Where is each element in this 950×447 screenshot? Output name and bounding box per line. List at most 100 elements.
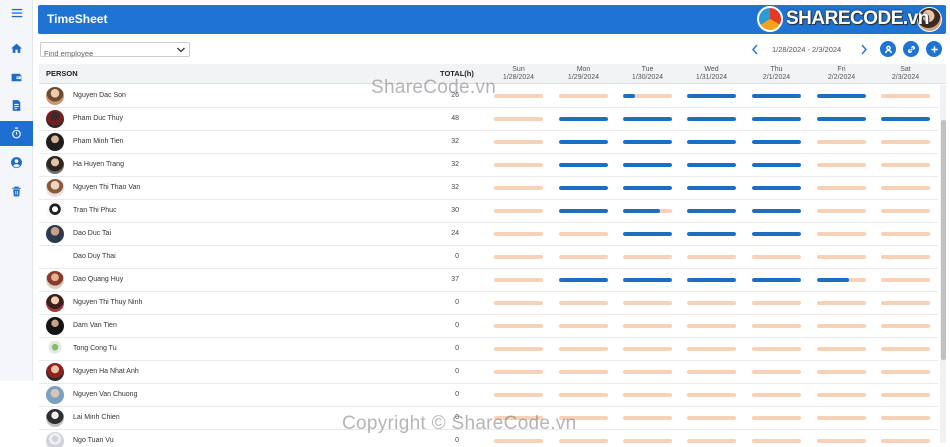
table-row[interactable]: Dao Duc Tai 24 (39, 223, 938, 246)
day-hours-bar[interactable] (817, 393, 866, 397)
day-hours-bar[interactable] (559, 278, 608, 282)
table-row[interactable]: Nguyen Ha Nhat Anh 0 (39, 361, 938, 384)
employee-name[interactable]: Ha Huyen Trang (73, 161, 124, 168)
employee-name[interactable]: Tran Thi Phuc (73, 207, 117, 214)
day-hours-bar[interactable] (687, 416, 736, 420)
person-filter-button[interactable] (880, 41, 896, 57)
day-hours-bar[interactable] (817, 186, 866, 190)
day-hours-bar[interactable] (881, 140, 930, 144)
day-hours-bar[interactable] (623, 278, 672, 282)
table-row[interactable]: Dao Quang Huy 37 (39, 269, 938, 292)
document-icon[interactable] (0, 93, 33, 118)
day-hours-bar[interactable] (817, 117, 866, 121)
day-hours-bar[interactable] (881, 278, 930, 282)
day-hours-bar[interactable] (559, 393, 608, 397)
day-hours-bar[interactable] (881, 324, 930, 328)
day-hours-bar[interactable] (559, 347, 608, 351)
day-hours-bar[interactable] (752, 94, 801, 98)
day-hours-bar[interactable] (817, 209, 866, 213)
employee-name[interactable]: Ngo Tuan Vu (73, 437, 114, 444)
day-hours-bar[interactable] (817, 94, 866, 98)
day-hours-bar[interactable] (559, 117, 608, 121)
day-hours-bar[interactable] (623, 301, 672, 305)
day-hours-bar[interactable] (752, 301, 801, 305)
day-hours-bar[interactable] (494, 301, 543, 305)
day-hours-bar[interactable] (817, 255, 866, 259)
day-hours-bar[interactable] (623, 186, 672, 190)
day-hours-bar[interactable] (687, 209, 736, 213)
employee-search[interactable] (40, 42, 190, 60)
day-hours-bar[interactable] (687, 94, 736, 98)
day-hours-bar[interactable] (494, 370, 543, 374)
day-hours-bar[interactable] (494, 255, 543, 259)
day-hours-bar[interactable] (494, 140, 543, 144)
day-hours-bar[interactable] (881, 393, 930, 397)
table-row[interactable]: Tran Thi Phuc 30 (39, 200, 938, 223)
link-button[interactable] (903, 41, 919, 57)
trash-icon[interactable] (0, 179, 33, 204)
day-hours-bar[interactable] (687, 393, 736, 397)
day-hours-bar[interactable] (687, 324, 736, 328)
day-hours-bar[interactable] (752, 140, 801, 144)
home-icon[interactable] (0, 36, 33, 61)
day-hours-bar[interactable] (752, 439, 801, 443)
day-hours-bar[interactable] (494, 347, 543, 351)
day-hours-bar[interactable] (817, 232, 866, 236)
employee-name[interactable]: Tong Cong Tu (73, 345, 117, 352)
day-hours-bar[interactable] (752, 347, 801, 351)
day-hours-bar[interactable] (559, 186, 608, 190)
employee-name[interactable]: Lai Minh Chien (73, 414, 120, 421)
day-hours-bar[interactable] (687, 370, 736, 374)
day-hours-bar[interactable] (494, 163, 543, 167)
day-hours-bar[interactable] (687, 301, 736, 305)
day-hours-bar[interactable] (559, 94, 608, 98)
employee-name[interactable]: Nguyen Ha Nhat Anh (73, 368, 139, 375)
stopwatch-icon[interactable] (0, 121, 33, 146)
day-hours-bar[interactable] (687, 232, 736, 236)
employee-search-input[interactable] (41, 47, 171, 60)
day-hours-bar[interactable] (559, 140, 608, 144)
day-hours-bar[interactable] (881, 209, 930, 213)
table-row[interactable]: Nguyen Van Chuong 0 (39, 384, 938, 407)
day-hours-bar[interactable] (623, 232, 672, 236)
day-hours-bar[interactable] (687, 278, 736, 282)
day-hours-bar[interactable] (687, 186, 736, 190)
day-hours-bar[interactable] (559, 209, 608, 213)
day-hours-bar[interactable] (623, 370, 672, 374)
day-hours-bar[interactable] (494, 117, 543, 121)
day-hours-bar[interactable] (623, 94, 672, 98)
day-hours-bar[interactable] (623, 416, 672, 420)
day-hours-bar[interactable] (881, 439, 930, 443)
day-hours-bar[interactable] (687, 439, 736, 443)
day-hours-bar[interactable] (881, 94, 930, 98)
day-hours-bar[interactable] (623, 393, 672, 397)
day-hours-bar[interactable] (494, 209, 543, 213)
day-hours-bar[interactable] (494, 324, 543, 328)
day-hours-bar[interactable] (623, 439, 672, 443)
day-hours-bar[interactable] (687, 347, 736, 351)
day-hours-bar[interactable] (559, 255, 608, 259)
day-hours-bar[interactable] (752, 324, 801, 328)
day-hours-bar[interactable] (752, 393, 801, 397)
employee-name[interactable]: Nguyen Van Chuong (73, 391, 137, 398)
table-row[interactable]: Ha Huyen Trang 32 (39, 154, 938, 177)
day-hours-bar[interactable] (623, 347, 672, 351)
table-row[interactable]: Nguyen Thi Thuy Ninh 0 (39, 292, 938, 315)
day-hours-bar[interactable] (881, 370, 930, 374)
table-row[interactable]: Nguyen Thi Thao Van 32 (39, 177, 938, 200)
add-entry-button[interactable] (926, 41, 942, 57)
table-row[interactable]: Tong Cong Tu 0 (39, 338, 938, 361)
day-hours-bar[interactable] (752, 209, 801, 213)
employee-name[interactable]: Nguyen Thi Thao Van (73, 184, 140, 191)
day-hours-bar[interactable] (817, 347, 866, 351)
chevron-down-icon[interactable] (176, 44, 186, 55)
day-hours-bar[interactable] (687, 117, 736, 121)
day-hours-bar[interactable] (817, 370, 866, 374)
table-row[interactable]: Dam Van Tien 0 (39, 315, 938, 338)
day-hours-bar[interactable] (817, 163, 866, 167)
day-hours-bar[interactable] (623, 140, 672, 144)
day-hours-bar[interactable] (623, 209, 672, 213)
day-hours-bar[interactable] (559, 439, 608, 443)
day-hours-bar[interactable] (687, 255, 736, 259)
day-hours-bar[interactable] (687, 163, 736, 167)
